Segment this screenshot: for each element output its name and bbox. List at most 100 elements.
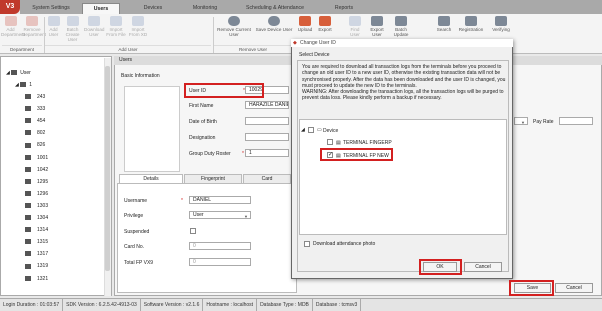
user-icon bbox=[25, 94, 31, 100]
registration-button[interactable]: Registration bbox=[456, 16, 486, 32]
status-duration: Login Duration : 01:03:57 bbox=[0, 299, 64, 311]
search-icon bbox=[438, 16, 450, 26]
tree-user-item[interactable]: 1296 bbox=[25, 191, 48, 197]
tab-users[interactable]: Users bbox=[82, 3, 120, 14]
pay-rate-field[interactable] bbox=[559, 117, 593, 125]
tree-dept[interactable]: ◢ 1 bbox=[15, 82, 32, 88]
tab-reports[interactable]: Reports bbox=[322, 3, 366, 14]
tree-user-item[interactable]: 454 bbox=[25, 118, 45, 124]
remove-department-icon bbox=[26, 16, 38, 26]
remove-device-user-icon bbox=[268, 16, 280, 26]
roster-field[interactable]: 1 bbox=[245, 149, 289, 157]
cancel-button[interactable]: Cancel bbox=[555, 283, 593, 293]
tree-user-item[interactable]: 1314 bbox=[25, 227, 48, 233]
user-photo[interactable] bbox=[124, 86, 180, 172]
status-software: Software Version : v2.1.6 bbox=[141, 299, 204, 311]
tree-user-item[interactable]: 1295 bbox=[25, 179, 48, 185]
registration-icon bbox=[465, 16, 477, 26]
export-button[interactable]: Export bbox=[316, 16, 334, 32]
user-icon bbox=[25, 106, 31, 112]
export-user-button[interactable]: Export User bbox=[366, 16, 388, 37]
batch-create-user-button[interactable]: Batch Create User bbox=[63, 16, 82, 42]
find-user-icon bbox=[349, 16, 361, 26]
add-user-button[interactable]: Add User bbox=[45, 16, 62, 37]
roster-label: Group Duty Roster bbox=[189, 151, 231, 157]
card-field[interactable]: 0 bbox=[189, 242, 251, 250]
username-field[interactable]: DANIEL bbox=[189, 196, 251, 204]
device-checkbox-1[interactable] bbox=[327, 139, 333, 145]
tree-user-item[interactable]: 1001 bbox=[25, 155, 48, 161]
batch-update-button[interactable]: Batch Update bbox=[390, 16, 412, 37]
user-id-field[interactable]: 10029 bbox=[245, 86, 289, 94]
fp-label: Total FP VX9 bbox=[124, 260, 154, 266]
tree-user-item[interactable]: 1315 bbox=[25, 239, 48, 245]
suspended-checkbox[interactable] bbox=[190, 228, 196, 234]
select-device-heading: Select Device bbox=[299, 52, 330, 58]
first-name-field[interactable]: HARAZILE DANIEL bbox=[245, 101, 289, 109]
dialog-cancel-button[interactable]: Cancel bbox=[464, 262, 502, 272]
user-icon bbox=[25, 275, 31, 281]
device-root-checkbox[interactable] bbox=[308, 127, 314, 133]
verifying-button[interactable]: Verifying bbox=[488, 16, 514, 32]
tree-user-item[interactable]: 1042 bbox=[25, 167, 48, 173]
tree-user-item[interactable]: 1304 bbox=[25, 215, 48, 221]
tab-scheduling-attendance[interactable]: Scheduling & Attendance bbox=[232, 3, 318, 14]
privilege-select[interactable]: User ▼ bbox=[189, 211, 251, 219]
status-sdk: SDK Version : 6.2.5.42-4913-03 bbox=[63, 299, 141, 311]
add-user-icon bbox=[47, 16, 60, 26]
tree-user-item[interactable]: 802 bbox=[25, 130, 45, 136]
add-department-button[interactable]: Add Department bbox=[1, 16, 25, 37]
first-name-label: First Name bbox=[189, 103, 214, 109]
dialog-ok-button[interactable]: OK bbox=[423, 262, 457, 272]
designation-field[interactable] bbox=[245, 133, 289, 141]
tree-user-item[interactable]: 1319 bbox=[25, 263, 48, 269]
user-icon bbox=[25, 227, 31, 233]
remove-current-user-button[interactable]: Remove Current User bbox=[214, 16, 254, 37]
status-db: Database : tcmsv3 bbox=[313, 299, 362, 311]
save-button[interactable]: Save bbox=[514, 283, 551, 293]
tree-root[interactable]: ◢ User bbox=[6, 70, 31, 76]
upload-icon bbox=[299, 16, 311, 26]
verifying-icon bbox=[495, 16, 507, 26]
tree-user-item[interactable]: 243 bbox=[25, 94, 45, 100]
device-checkbox-2[interactable]: ✓ bbox=[327, 152, 333, 158]
device-root-expander[interactable]: ◢ bbox=[301, 127, 305, 133]
status-dbtype: Database Type : MDB bbox=[257, 299, 313, 311]
export-icon bbox=[319, 16, 331, 26]
app-logo: V3 bbox=[0, 0, 20, 14]
chevron-down-icon: ▼ bbox=[244, 214, 248, 219]
tree-user-item[interactable]: 1303 bbox=[25, 203, 48, 209]
designation-label: Designation bbox=[189, 135, 216, 141]
download-icon bbox=[88, 16, 100, 26]
user-icon bbox=[25, 203, 31, 209]
remove-department-button[interactable]: Remove Department bbox=[22, 16, 46, 37]
user-id-label: User ID bbox=[189, 88, 206, 94]
upload-button[interactable]: Upload bbox=[296, 16, 314, 32]
tree-user-item[interactable]: 1321 bbox=[25, 276, 48, 282]
dob-field[interactable] bbox=[245, 117, 289, 125]
tree-user-item[interactable]: 333 bbox=[25, 106, 45, 112]
download-user-button[interactable]: Download User bbox=[84, 16, 104, 37]
tree-scroll-thumb[interactable] bbox=[105, 66, 110, 271]
import-from-xd-button[interactable]: Import From XD bbox=[128, 16, 148, 37]
tree-user-item[interactable]: 826 bbox=[25, 142, 45, 148]
import-from-file-button[interactable]: Import From File bbox=[106, 16, 126, 37]
import-file-icon bbox=[110, 16, 122, 26]
find-user-button[interactable]: Find User bbox=[346, 16, 364, 37]
tab-devices[interactable]: Devices bbox=[132, 3, 174, 14]
tab-system-settings[interactable]: System Settings bbox=[26, 3, 76, 14]
search-button[interactable]: Search bbox=[434, 16, 454, 32]
tree-user-item[interactable]: 1317 bbox=[25, 251, 48, 257]
user-icon bbox=[25, 251, 31, 257]
fp-field[interactable]: 0 bbox=[189, 258, 251, 266]
download-photo-checkbox[interactable] bbox=[304, 241, 310, 247]
dob-label: Date of Birth bbox=[189, 119, 217, 125]
device-root-label: Device bbox=[323, 128, 339, 134]
batch-update-icon bbox=[395, 16, 407, 26]
save-device-user-button[interactable]: Save Device User bbox=[255, 16, 293, 32]
remove-user-icon bbox=[228, 16, 240, 26]
required-mark: * bbox=[181, 198, 183, 204]
extra-dropdown[interactable]: ▼ bbox=[514, 117, 528, 125]
tab-monitoring[interactable]: Monitoring bbox=[182, 3, 228, 14]
user-icon bbox=[25, 118, 31, 124]
